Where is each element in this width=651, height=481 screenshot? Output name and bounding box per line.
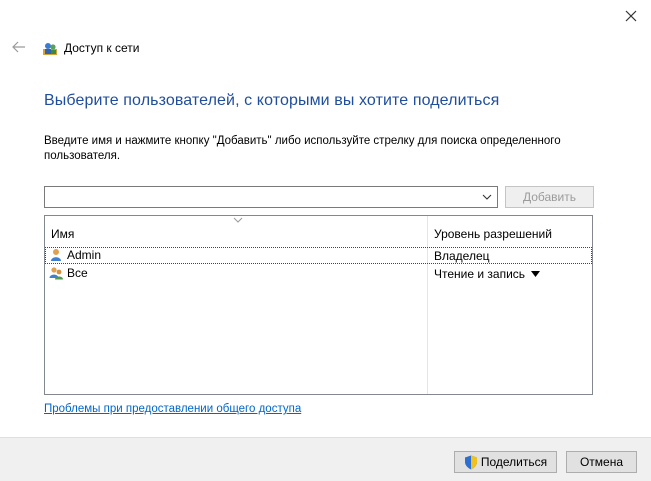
user-name: Все: [67, 266, 88, 280]
dropdown-triangle-icon: [531, 271, 541, 277]
row-name-cell: Все: [49, 266, 88, 280]
permission-dropdown[interactable]: Чтение и запись: [434, 267, 541, 281]
group-icon: [49, 267, 63, 280]
column-divider: [427, 216, 428, 394]
table-row[interactable]: Все Чтение и запись: [45, 265, 592, 282]
user-icon: [51, 249, 61, 261]
table-row[interactable]: Admin Владелец: [45, 247, 592, 264]
user-name-combobox[interactable]: [44, 186, 498, 208]
close-icon: [625, 10, 637, 22]
chevron-down-icon[interactable]: [481, 192, 493, 202]
network-sharing-icon: [43, 43, 57, 55]
cancel-button[interactable]: Отмена: [566, 451, 637, 473]
close-button[interactable]: [611, 0, 651, 32]
column-header-permission[interactable]: Уровень разрешений: [434, 227, 552, 241]
sharing-help-link[interactable]: Проблемы при предоставлении общего досту…: [44, 403, 301, 415]
share-button[interactable]: Поделиться: [454, 451, 557, 473]
user-name-input[interactable]: [48, 188, 472, 208]
window-title-text: Доступ к сети: [64, 41, 140, 55]
row-permission-cell: Владелец: [434, 249, 490, 263]
permission-level: Чтение и запись: [434, 267, 526, 281]
back-arrow-icon: [12, 41, 25, 53]
back-button[interactable]: [8, 36, 30, 58]
page-heading: Выберите пользователей, с которыми вы хо…: [44, 92, 500, 109]
uac-shield-icon: [464, 455, 477, 469]
add-button[interactable]: Добавить: [505, 186, 594, 208]
instruction-text: Введите имя и нажмите кнопку "Добавить" …: [44, 135, 561, 162]
share-button-label: Поделиться: [480, 455, 548, 469]
users-list: Имя Уровень разрешений Admin Владелец Вс…: [44, 215, 593, 395]
sort-indicator-icon: [233, 217, 243, 223]
window-title: Доступ к сети: [42, 40, 139, 56]
row-name-cell: Admin: [49, 248, 101, 262]
footer-bar: Поделиться Отмена: [0, 437, 651, 481]
column-header-name[interactable]: Имя: [51, 227, 74, 241]
sharing-dialog: Доступ к сети Выберите пользователей, с …: [0, 0, 651, 481]
permission-level: Владелец: [434, 249, 490, 263]
list-header: Имя Уровень разрешений: [45, 216, 592, 246]
user-name: Admin: [67, 248, 102, 262]
